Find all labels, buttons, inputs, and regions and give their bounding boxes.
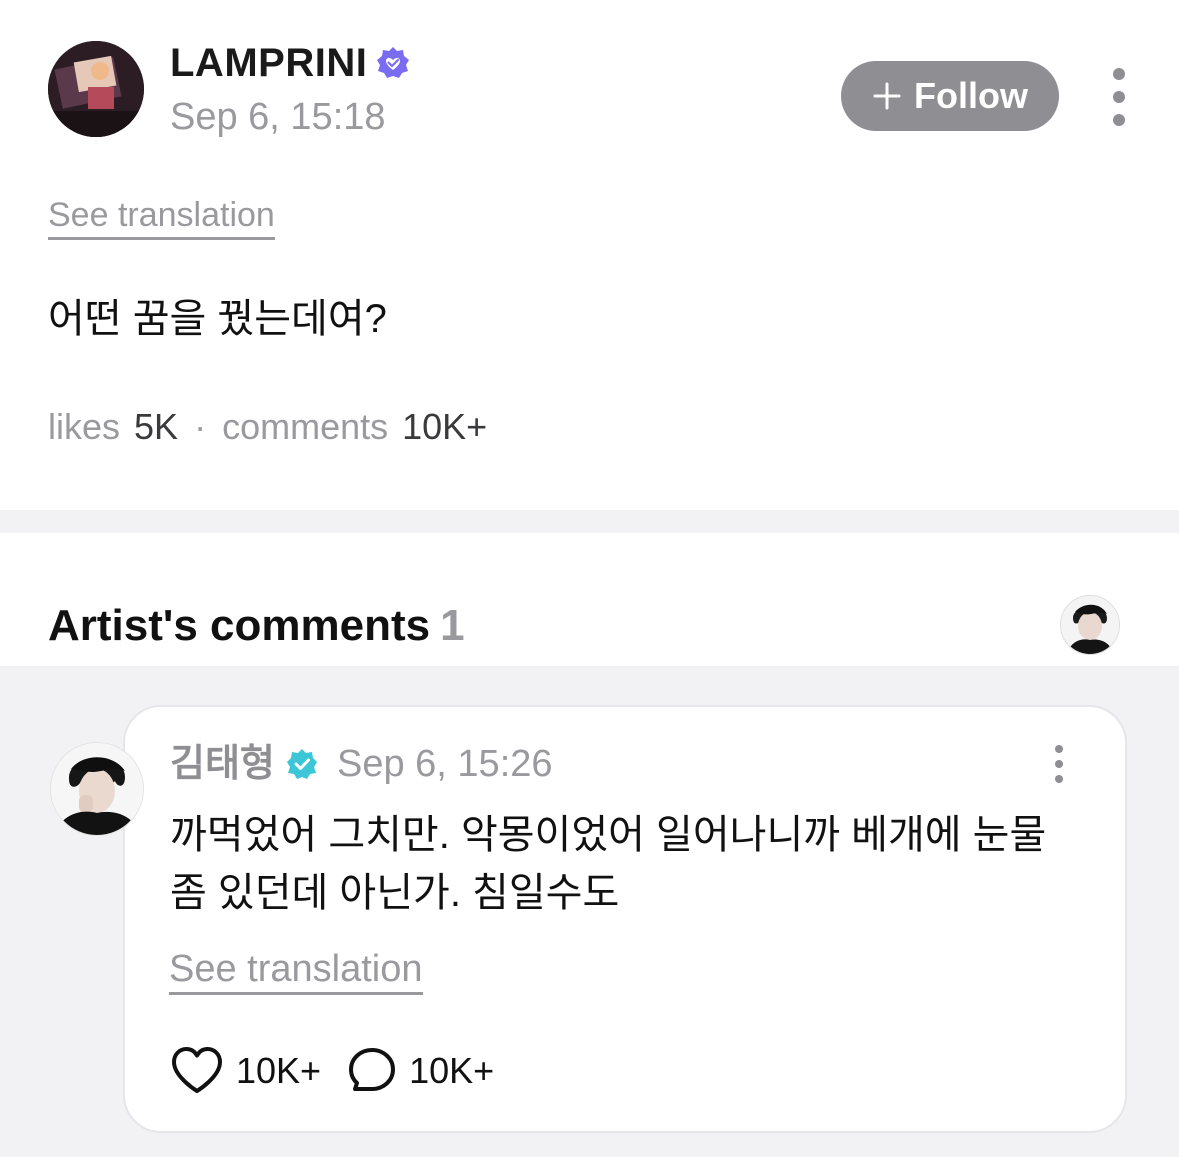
comment-text: 까먹었어 그치만. 악몽이었어 일어나니까 베개에 눈물좀 있던데 아닌가. 침… <box>170 813 1047 915</box>
see-translation-link[interactable]: See translation <box>48 195 275 240</box>
reply-button[interactable]: 10K+ <box>347 1046 494 1096</box>
likes-label: likes <box>48 406 121 447</box>
reply-count: 10K+ <box>409 1050 495 1091</box>
commenter-name[interactable]: 김태형 <box>170 741 319 787</box>
artist-filter-avatar[interactable] <box>1060 595 1120 655</box>
follow-button[interactable]: Follow <box>841 61 1059 131</box>
author-name[interactable]: LAMPRINI <box>170 40 367 86</box>
post-body: 어떤 꿈을 꿨는데여? <box>48 297 387 341</box>
more-options-icon[interactable] <box>1105 68 1133 126</box>
post-author[interactable]: LAMPRINI <box>170 40 411 86</box>
comment-more-options-icon[interactable] <box>1049 745 1069 783</box>
artist-comments-title: Artist's comments 1 <box>48 600 465 652</box>
post-stats: likes 5K · comments 10K+ <box>48 405 487 449</box>
commenter-avatar[interactable] <box>50 742 144 836</box>
comments-label: comments <box>222 406 389 447</box>
commenter-name-text[interactable]: 김태형 <box>170 741 275 787</box>
author-avatar[interactable] <box>48 41 144 137</box>
follow-label: Follow <box>914 75 1028 116</box>
comment-see-translation-link[interactable]: See translation <box>169 948 423 995</box>
likes-count[interactable]: 5K <box>134 405 178 449</box>
plus-icon <box>873 82 901 110</box>
artist-comments-count: 1 <box>440 601 465 650</box>
comments-count[interactable]: 10K+ <box>402 405 487 449</box>
like-button[interactable]: 10K+ <box>170 1046 321 1096</box>
verified-badge-icon <box>286 749 317 779</box>
like-count: 10K+ <box>236 1050 322 1091</box>
post-timestamp: Sep 6, 15:18 <box>170 96 386 138</box>
comment-timestamp: Sep 6, 15:26 <box>337 743 553 785</box>
artist-comments-label: Artist's comments <box>48 601 431 650</box>
section-divider <box>0 510 1179 533</box>
heart-icon <box>172 1047 222 1093</box>
stats-separator: · <box>194 406 207 447</box>
comment-bubble-icon <box>349 1048 396 1091</box>
verified-badge-icon <box>377 47 410 78</box>
comment-actions: 10K+ 10K+ <box>170 1043 494 1099</box>
